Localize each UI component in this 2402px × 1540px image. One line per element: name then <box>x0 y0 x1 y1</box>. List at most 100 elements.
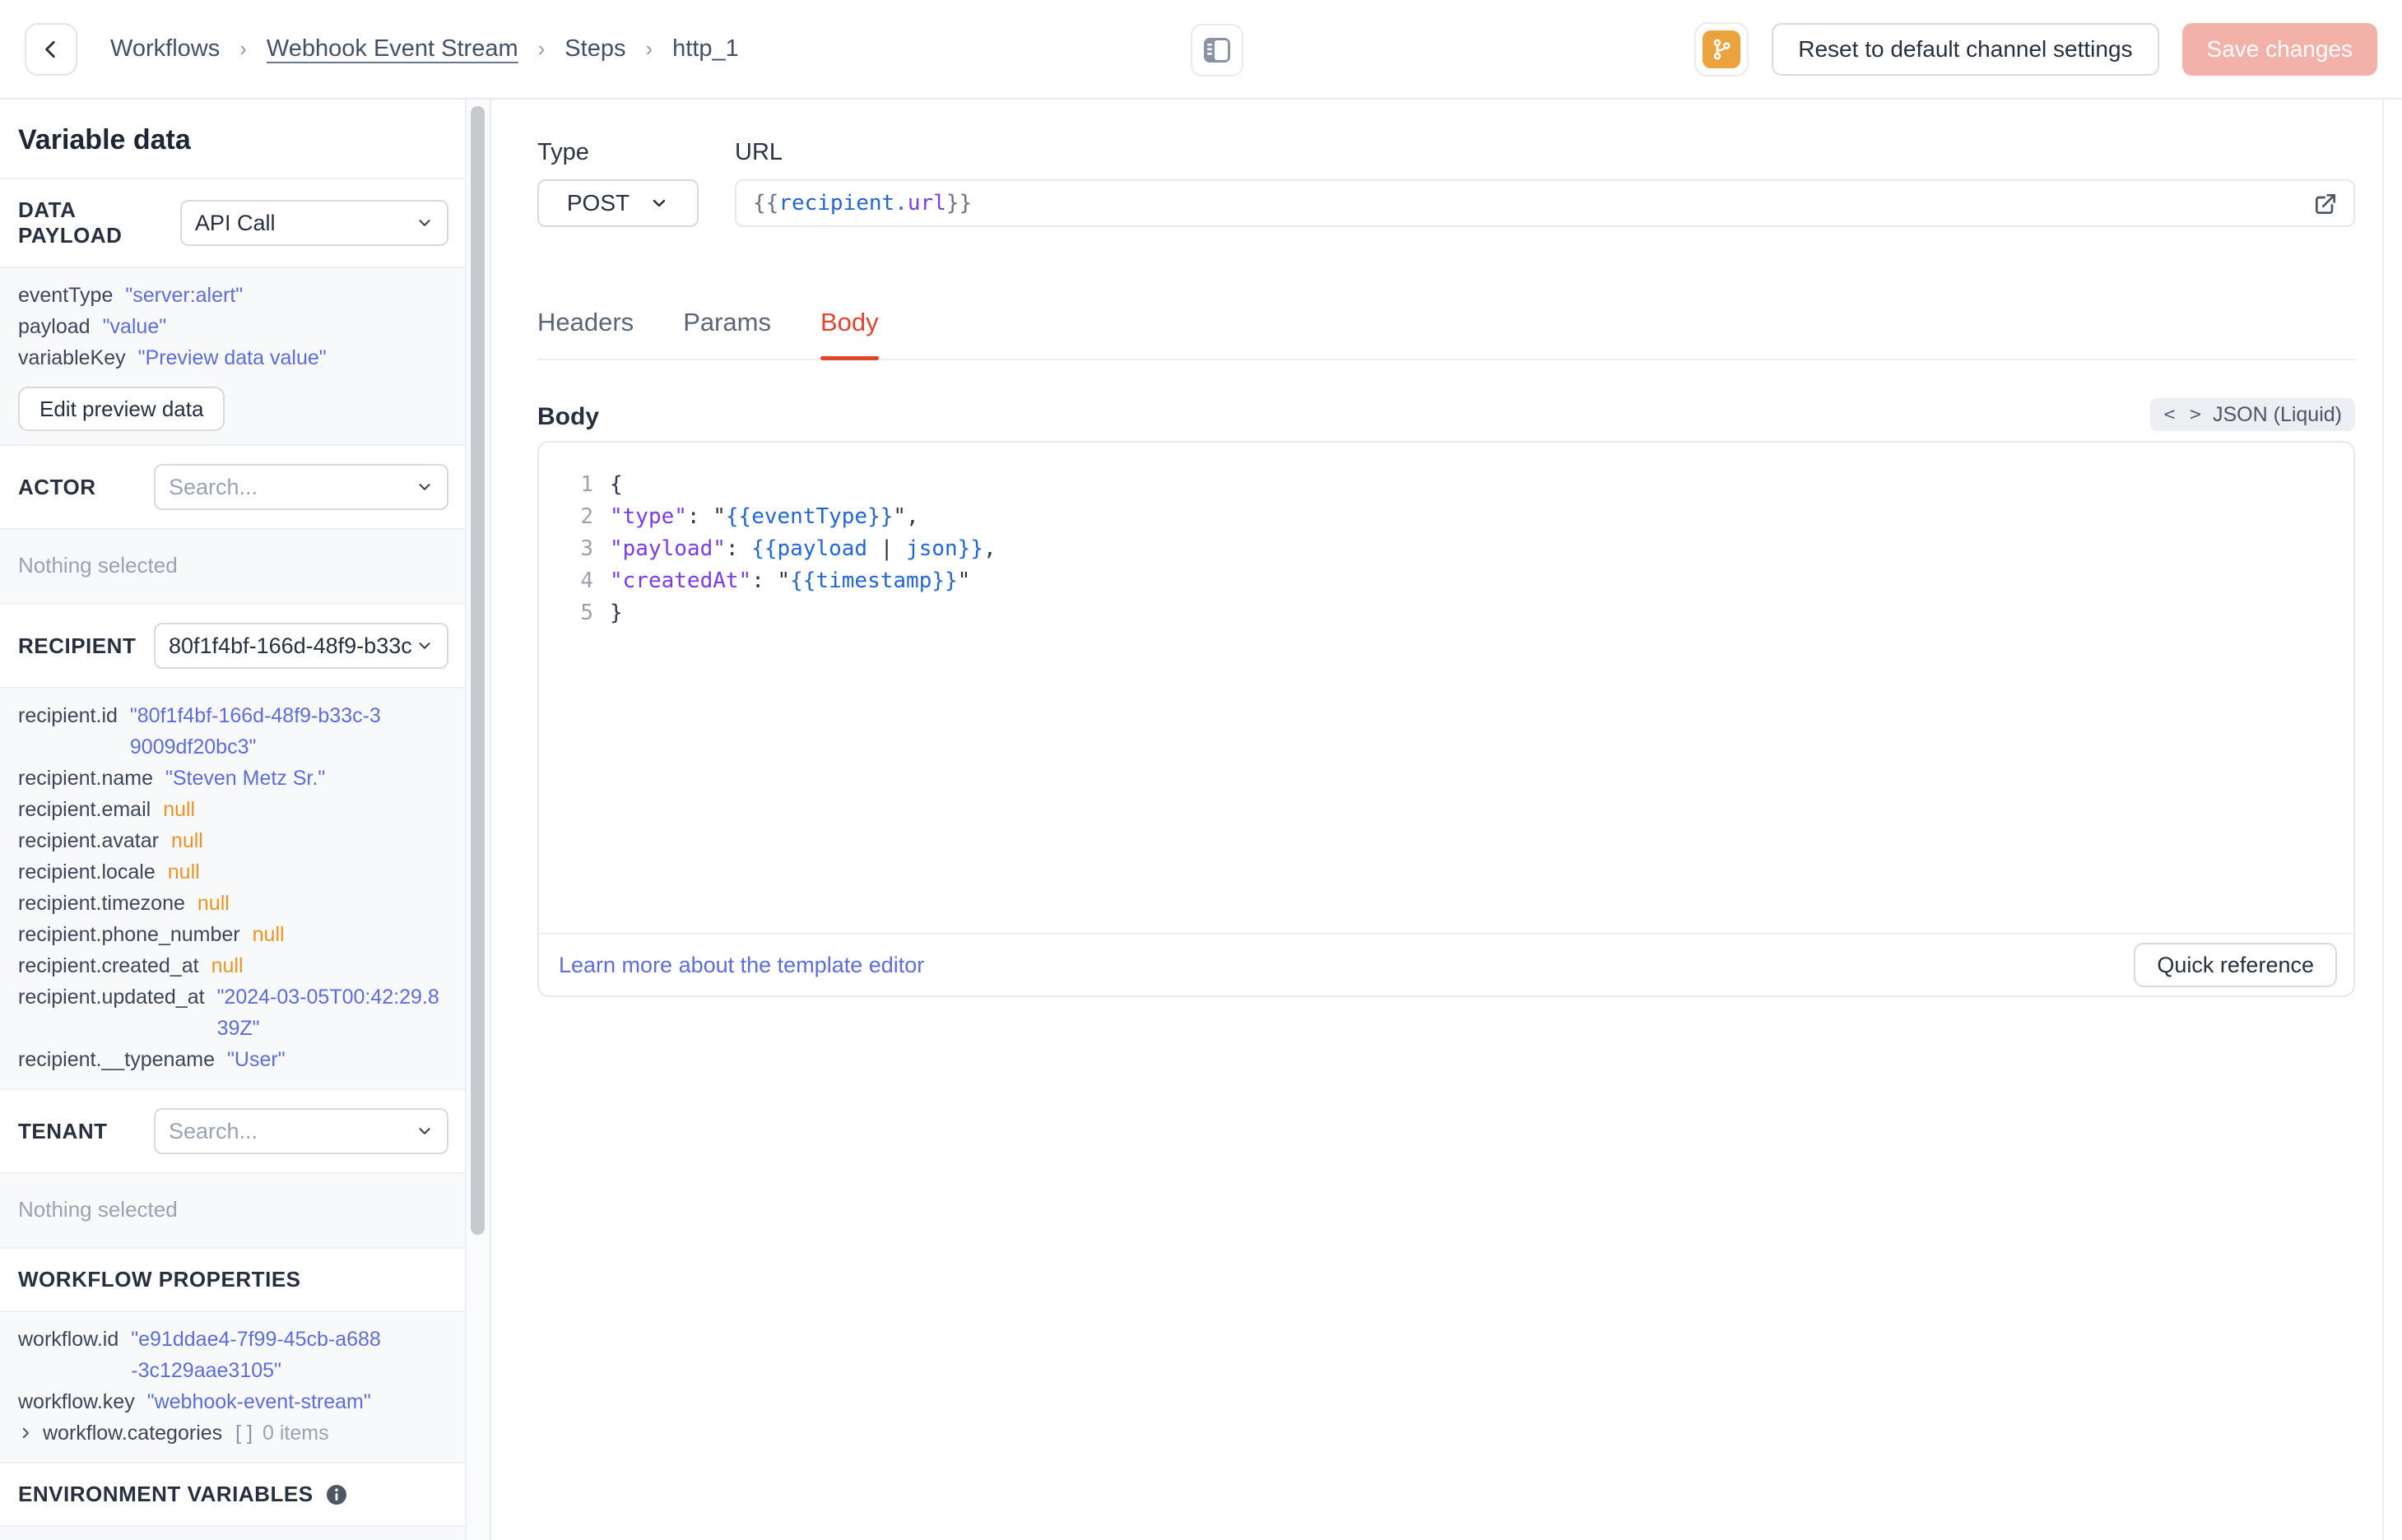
workflow-properties-panel: workflow.id "e91ddae4-7f99-45cb-a688-3c1… <box>0 1310 467 1462</box>
code-text: "payload": {{payload | json}}, <box>610 536 997 561</box>
actor-empty-panel: Nothing selected <box>0 528 467 603</box>
data-payload-row: DATA PAYLOAD API Call <box>0 178 467 267</box>
breadcrumb-separator: › <box>645 36 653 61</box>
actor-empty-text: Nothing selected <box>18 553 178 578</box>
data-payload-select[interactable]: API Call <box>179 200 448 246</box>
sidebar-scrollbar-thumb[interactable] <box>471 106 485 1235</box>
empty-array-brackets: [ ] <box>235 1422 253 1445</box>
recipient-property-row: recipient.timezone null <box>18 892 230 915</box>
recipient-property-row: recipient.__typename "User" <box>18 1048 286 1071</box>
tab[interactable]: Body <box>820 308 879 360</box>
language-badge[interactable]: < > JSON (Liquid) <box>2150 398 2355 431</box>
chevron-down-icon <box>649 193 669 213</box>
code-line: 1{ <box>539 469 2353 501</box>
sidebar-scrollbar-track[interactable] <box>465 100 490 1540</box>
actor-row: ACTOR Search... <box>0 444 467 528</box>
chevron-down-icon <box>416 1122 434 1140</box>
code-line: 3 "payload": {{payload | json}}, <box>539 533 2353 565</box>
code-brackets-icon: < > <box>2163 404 2203 425</box>
items-count: 0 items <box>263 1422 329 1445</box>
line-number: 3 <box>580 536 593 561</box>
chevron-down-icon <box>416 478 434 496</box>
code-text: "type": "{{eventType}}", <box>610 504 919 529</box>
url-value: {{recipient.url}} <box>753 191 973 216</box>
line-number: 2 <box>580 504 593 529</box>
code-editor-area[interactable]: 1{ 2 "type": "{{eventType}}", 3 "payload": {… <box>539 443 2353 933</box>
topbar-actions: Reset to default channel settings Save c… <box>1694 21 2377 77</box>
data-payload-label: DATA PAYLOAD <box>18 197 123 248</box>
tab[interactable]: Params <box>683 308 771 359</box>
breadcrumb-workflows[interactable]: Workflows <box>110 35 220 63</box>
request-tabs: Headers Params Body <box>537 308 2355 360</box>
payload-variable-row: payload "value" <box>18 315 167 338</box>
environment-variables-panel: vars.app_url "http://localhost:3000" var… <box>0 1525 467 1540</box>
recipient-property-row: recipient.locale null <box>18 860 200 884</box>
chevron-down-icon <box>416 214 434 232</box>
tenant-empty-panel: Nothing selected <box>0 1172 467 1247</box>
workflow-property-row: workflow.id "e91ddae4-7f99-45cb-a688-3c1… <box>18 1328 381 1382</box>
tenant-row: TENANT Search... <box>0 1088 467 1172</box>
tenant-empty-text: Nothing selected <box>18 1197 178 1222</box>
reset-channel-settings-button[interactable]: Reset to default channel settings <box>1772 22 2159 76</box>
breadcrumb-steps[interactable]: Steps <box>564 35 625 63</box>
recipient-properties-panel: recipient.id "80f1f4bf-166d-48f9-b33c-39… <box>0 687 467 1088</box>
sidebar-toggle-button[interactable] <box>1190 24 1243 77</box>
url-input[interactable]: {{recipient.url}} <box>735 179 2355 227</box>
recipient-property-row: recipient.avatar null <box>18 829 203 852</box>
chevron-left-icon <box>40 39 62 60</box>
workflow-property-row: workflow.key "webhook-event-stream" <box>18 1390 371 1413</box>
recipient-property-row: recipient.name "Steven Metz Sr." <box>18 767 326 790</box>
code-line: 4 "createdAt": "{{timestamp}}" <box>539 565 2353 597</box>
code-text: { <box>610 472 623 497</box>
recipient-property-row: recipient.id "80f1f4bf-166d-48f9-b33c-39… <box>18 704 381 758</box>
git-branch-icon <box>1703 30 1741 68</box>
method-select[interactable]: POST <box>537 179 699 227</box>
payload-variable-row: variableKey "Preview data value" <box>18 346 327 369</box>
payload-variable-row: eventType "server:alert" <box>18 284 244 307</box>
actor-label: ACTOR <box>18 474 96 499</box>
payload-preview-panel: eventType "server:alert" payload "value"… <box>0 267 467 444</box>
chevron-right-icon <box>18 1426 33 1440</box>
breadcrumb-separator: › <box>537 36 546 61</box>
panel-layout-icon <box>1203 37 1231 63</box>
template-editor-docs-link[interactable]: Learn more about the template editor <box>559 953 924 978</box>
right-gutter <box>2382 100 2402 1540</box>
top-bar: Workflows › Webhook Event Stream › Steps… <box>0 0 2402 100</box>
variable-data-panel: Variable data DATA PAYLOAD API Call even… <box>0 100 491 1540</box>
breadcrumb: Workflows › Webhook Event Stream › Steps… <box>110 35 739 63</box>
request-config-row: Type POST URL {{recipient.url}} <box>537 139 2355 227</box>
workflow-categories-row[interactable]: workflow.categories [ ] 0 items <box>18 1417 448 1449</box>
recipient-property-row: recipient.email null <box>18 798 196 821</box>
breadcrumb-separator: › <box>239 36 247 61</box>
back-button[interactable] <box>25 22 77 76</box>
save-changes-button[interactable]: Save changes <box>2181 22 2377 76</box>
commit-changes-button[interactable] <box>1694 21 1749 77</box>
breadcrumb-step-name: http_1 <box>672 35 739 62</box>
environment-variables-header: ENVIRONMENT VARIABLES <box>0 1462 467 1525</box>
chevron-down-icon <box>416 637 434 655</box>
code-text: } <box>610 601 623 625</box>
quick-reference-button[interactable]: Quick reference <box>2134 943 2337 987</box>
body-template-editor: 1{ 2 "type": "{{eventType}}", 3 "payload": {… <box>537 441 2355 997</box>
edit-preview-data-button[interactable]: Edit preview data <box>18 387 225 431</box>
tenant-search-select[interactable]: Search... <box>154 1108 448 1154</box>
actor-search-select[interactable]: Search... <box>154 464 448 510</box>
tenant-label: TENANT <box>18 1118 108 1143</box>
type-field: Type POST <box>537 139 699 227</box>
info-icon[interactable] <box>325 1483 348 1506</box>
tab[interactable]: Headers <box>537 308 634 359</box>
line-number: 4 <box>580 568 593 593</box>
recipient-property-row: recipient.created_at null <box>18 954 244 977</box>
recipient-select[interactable]: 80f1f4bf-166d-48f9-b33c <box>154 623 448 669</box>
body-section-header: Body < > JSON (Liquid) <box>537 398 2355 431</box>
recipient-label: RECIPIENT <box>18 633 137 658</box>
recipient-row: RECIPIENT 80f1f4bf-166d-48f9-b33c <box>0 603 467 687</box>
editor-footer: Learn more about the template editor Qui… <box>539 933 2353 995</box>
external-link-icon[interactable] <box>2312 191 2339 217</box>
breadcrumb-workflow-name[interactable]: Webhook Event Stream <box>267 35 518 63</box>
body-label: Body <box>537 403 599 430</box>
code-text: "createdAt": "{{timestamp}}" <box>610 568 971 593</box>
panel-title: Variable data <box>18 124 191 155</box>
line-number: 5 <box>580 601 593 625</box>
code-line: 5} <box>539 597 2353 629</box>
